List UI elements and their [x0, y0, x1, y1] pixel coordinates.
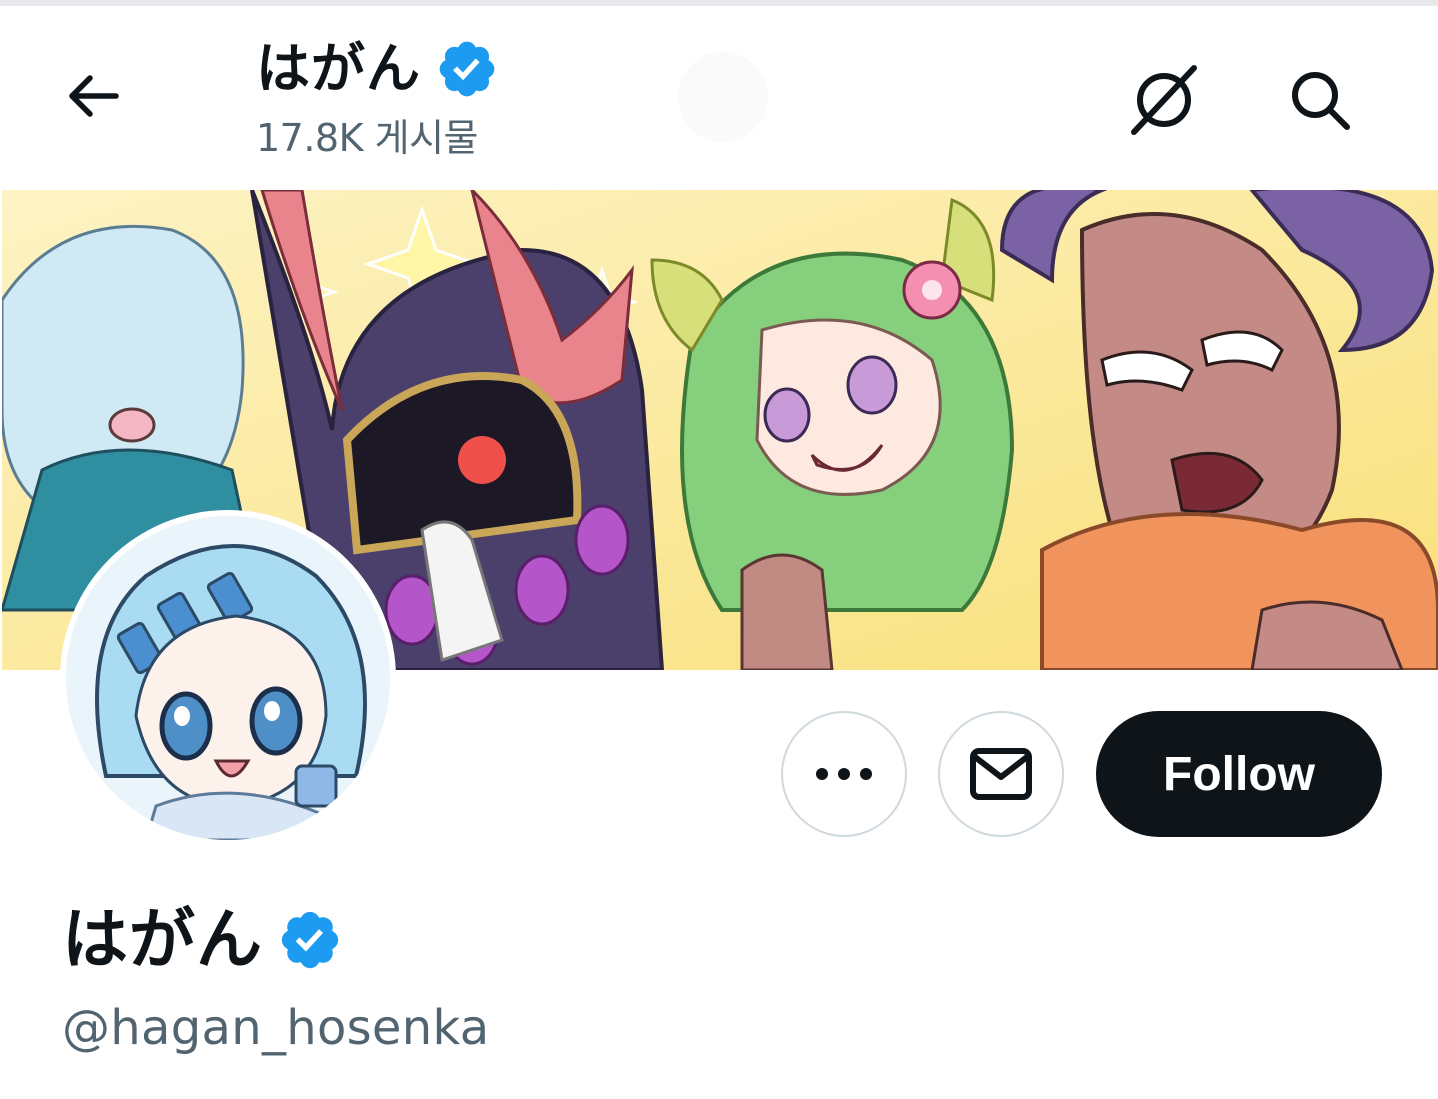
profile-name-row: はがん	[62, 900, 343, 980]
profile-display-name: はがん	[62, 901, 263, 978]
more-dots-icon	[816, 768, 872, 780]
profile-handle: @hagan_hosenka	[62, 1000, 490, 1056]
header-title-block: はがん 17.8K 게시물	[256, 34, 499, 166]
posts-count: 17.8K 게시물	[256, 116, 479, 160]
follow-button[interactable]: Follow	[1096, 711, 1382, 837]
verified-badge-icon	[439, 41, 495, 97]
header-faint-circle	[678, 52, 768, 142]
search-button[interactable]	[1278, 58, 1362, 142]
verified-badge-icon[interactable]	[277, 907, 343, 973]
grok-button[interactable]	[1122, 58, 1206, 142]
search-icon	[1292, 72, 1350, 130]
header-display-name: はがん	[256, 37, 421, 100]
envelope-icon	[970, 748, 1032, 800]
avatar-illustration	[66, 516, 390, 840]
profile-avatar[interactable]	[60, 510, 396, 846]
back-button[interactable]	[52, 56, 132, 136]
more-options-button[interactable]	[781, 711, 907, 837]
arrow-left-icon	[69, 75, 119, 117]
message-button[interactable]	[938, 711, 1064, 837]
profile-header: はがん 17.8K 게시물	[0, 6, 1438, 190]
grok-icon	[1131, 65, 1197, 135]
